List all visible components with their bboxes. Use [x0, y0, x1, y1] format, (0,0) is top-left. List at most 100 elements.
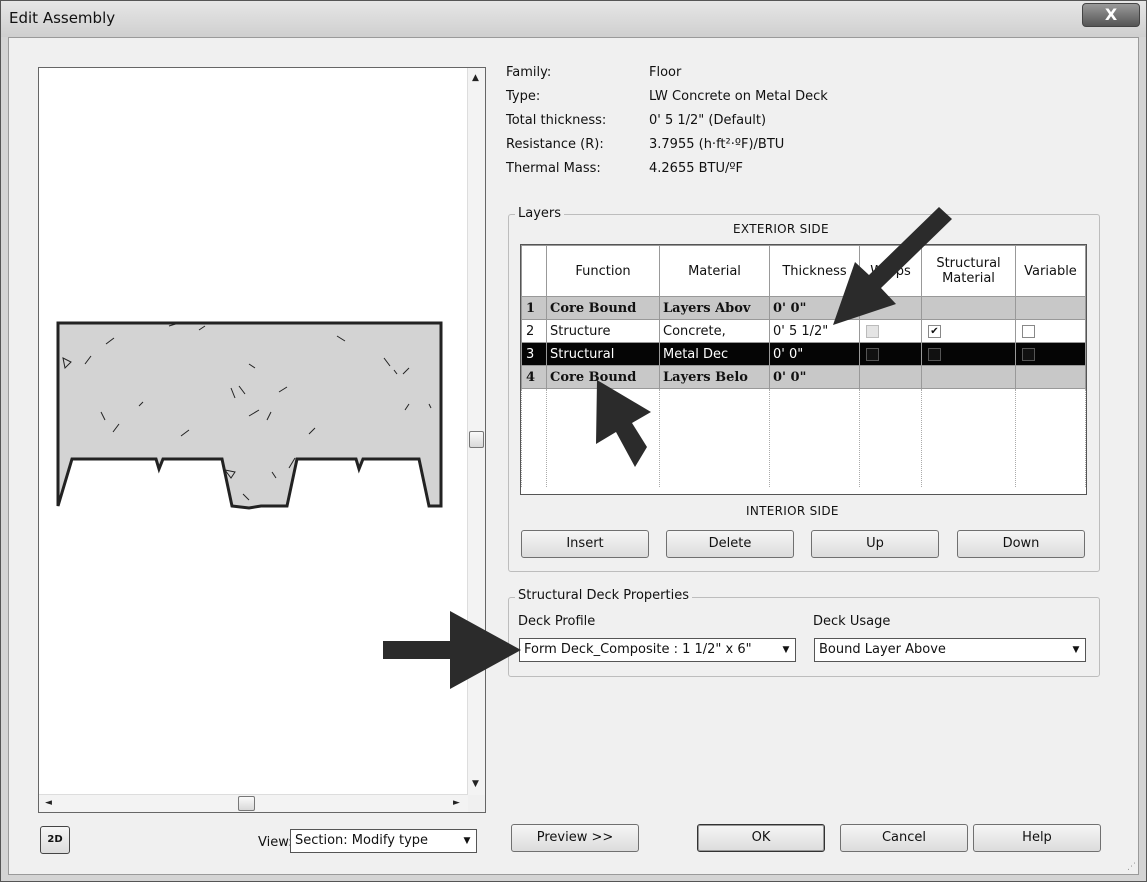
function-cell[interactable]: Structure — [546, 319, 660, 343]
info-value: 4.2655 BTU/ºF — [649, 161, 743, 176]
variable-cell — [1015, 342, 1086, 366]
exterior-side-label: EXTERIOR SIDE — [733, 222, 829, 236]
structural-material-cell: ✔ — [921, 319, 1016, 343]
scroll-down-icon[interactable]: ▼ — [472, 780, 479, 789]
column-header — [521, 245, 547, 297]
info-value: 3.7955 (h·ft²·ºF)/BTU — [649, 137, 785, 152]
function-cell[interactable]: Structural — [546, 342, 660, 366]
scroll-left-icon[interactable]: ◄ — [45, 799, 52, 808]
deck-usage-dropdown[interactable]: Bound Layer Above ▼ — [814, 638, 1086, 662]
info-label: Family: — [506, 65, 552, 80]
layers-table[interactable]: Function Material Thickness Wraps Struct… — [520, 244, 1087, 495]
structural-material-cell — [921, 296, 1016, 320]
ok-button[interactable]: OK — [697, 824, 825, 852]
table-row-selected[interactable]: 3 Structural Metal Dec 0' 0" — [521, 342, 1086, 366]
structural-material-checkbox[interactable] — [928, 347, 941, 361]
thickness-cell[interactable]: 0' 0" — [769, 342, 860, 366]
wraps-checkbox[interactable] — [866, 324, 879, 338]
view-2d-icon[interactable]: 2D — [40, 826, 70, 854]
column-header-function[interactable]: Function — [546, 245, 660, 297]
table-header-row: Function Material Thickness Wraps Struct… — [521, 245, 1086, 297]
layers-grid: Function Material Thickness Wraps Struct… — [521, 245, 1086, 487]
table-row[interactable]: 4 Core Bound Layers Belo 0' 0" — [521, 365, 1086, 389]
column-header-material[interactable]: Material — [659, 245, 770, 297]
variable-checkbox[interactable] — [1022, 324, 1035, 338]
preview-panel[interactable]: ▲ ▼ ◄ ► — [38, 67, 486, 813]
deck-properties-group — [508, 597, 1100, 677]
deck-properties-label: Structural Deck Properties — [515, 588, 692, 603]
info-label: Resistance (R): — [506, 137, 604, 152]
up-button[interactable]: Up — [811, 530, 939, 558]
preview-button[interactable]: Preview >> — [511, 824, 639, 852]
delete-button[interactable]: Delete — [666, 530, 794, 558]
thickness-cell[interactable]: 0' 0" — [769, 296, 860, 320]
down-button[interactable]: Down — [957, 530, 1085, 558]
structural-material-cell — [921, 365, 1016, 389]
column-header-structural-material[interactable]: Structural Material — [921, 245, 1016, 297]
horizontal-scrollbar[interactable]: ◄ ► — [39, 794, 468, 812]
material-cell[interactable]: Layers Abov — [659, 296, 770, 320]
variable-cell — [1015, 319, 1086, 343]
chevron-down-icon[interactable]: ▼ — [458, 830, 476, 852]
table-row[interactable]: 1 Core Bound Layers Abov 0' 0" — [521, 296, 1086, 320]
info-value: LW Concrete on Metal Deck — [649, 89, 828, 104]
material-cell[interactable]: Metal Dec — [659, 342, 770, 366]
cancel-button[interactable]: Cancel — [840, 824, 968, 852]
variable-checkbox[interactable] — [1022, 347, 1035, 361]
column-header-wraps[interactable]: Wraps — [859, 245, 922, 297]
scroll-up-icon[interactable]: ▲ — [472, 74, 479, 83]
variable-cell — [1015, 365, 1086, 389]
function-cell[interactable]: Core Bound — [546, 296, 660, 320]
structural-material-checkbox[interactable]: ✔ — [928, 324, 941, 338]
resize-grip-icon[interactable]: ⋰ — [1127, 862, 1136, 872]
info-value: 0' 5 1/2" (Default) — [649, 113, 767, 128]
close-icon: X — [1104, 5, 1118, 24]
scrollbar-corner — [468, 795, 485, 812]
wraps-cell — [859, 319, 922, 343]
variable-cell — [1015, 296, 1086, 320]
interior-side-label: INTERIOR SIDE — [746, 504, 839, 518]
horizontal-scroll-thumb[interactable] — [238, 796, 255, 811]
thickness-cell[interactable]: 0' 5 1/2" — [769, 319, 860, 343]
wraps-checkbox[interactable] — [866, 347, 879, 361]
deck-profile-dropdown[interactable]: Form Deck_Composite : 1 1/2" x 6" ▼ — [519, 638, 796, 662]
wraps-cell — [859, 342, 922, 366]
info-value: Floor — [649, 65, 682, 80]
wraps-cell — [859, 365, 922, 389]
table-empty-area — [521, 388, 1086, 487]
close-button[interactable]: X — [1082, 3, 1140, 27]
chevron-down-icon[interactable]: ▼ — [1067, 639, 1085, 661]
material-cell[interactable]: Concrete, — [659, 319, 770, 343]
material-cell[interactable]: Layers Belo — [659, 365, 770, 389]
info-label: Type: — [506, 89, 541, 104]
thickness-cell[interactable]: 0' 0" — [769, 365, 860, 389]
row-number: 4 — [521, 365, 547, 389]
floor-section-preview — [56, 321, 443, 510]
table-row[interactable]: 2 Structure Concrete, 0' 5 1/2" ✔ — [521, 319, 1086, 343]
wraps-cell — [859, 296, 922, 320]
title-bar: Edit Assembly X — [1, 1, 1146, 37]
deck-usage-label: Deck Usage — [813, 614, 891, 629]
scroll-right-icon[interactable]: ► — [453, 799, 460, 808]
dialog-client: ▲ ▼ ◄ ► Family: Floor Type: LW Concrete … — [8, 37, 1139, 875]
edit-assembly-window: Edit Assembly X ▲ ▼ ◄ ► Family: Floor Ty… — [0, 0, 1147, 882]
window-title: Edit Assembly — [9, 9, 116, 27]
view-value: Section: Modify type — [295, 833, 429, 848]
row-number: 1 — [521, 296, 547, 320]
insert-button[interactable]: Insert — [521, 530, 649, 558]
column-header-thickness[interactable]: Thickness — [769, 245, 860, 297]
help-button[interactable]: Help — [973, 824, 1101, 852]
chevron-down-icon[interactable]: ▼ — [777, 639, 795, 661]
vertical-scroll-thumb[interactable] — [469, 431, 484, 448]
deck-profile-value: Form Deck_Composite : 1 1/2" x 6" — [524, 642, 752, 657]
view-label: View: — [258, 835, 293, 850]
deck-usage-value: Bound Layer Above — [819, 642, 946, 657]
vertical-scrollbar[interactable]: ▲ ▼ — [467, 68, 485, 795]
column-header-variable[interactable]: Variable — [1015, 245, 1086, 297]
deck-profile-label: Deck Profile — [518, 614, 596, 629]
view-dropdown[interactable]: Section: Modify type ▼ — [290, 829, 477, 853]
row-number: 3 — [521, 342, 547, 366]
info-label: Total thickness: — [506, 113, 607, 128]
function-cell[interactable]: Core Bound — [546, 365, 660, 389]
info-label: Thermal Mass: — [506, 161, 601, 176]
